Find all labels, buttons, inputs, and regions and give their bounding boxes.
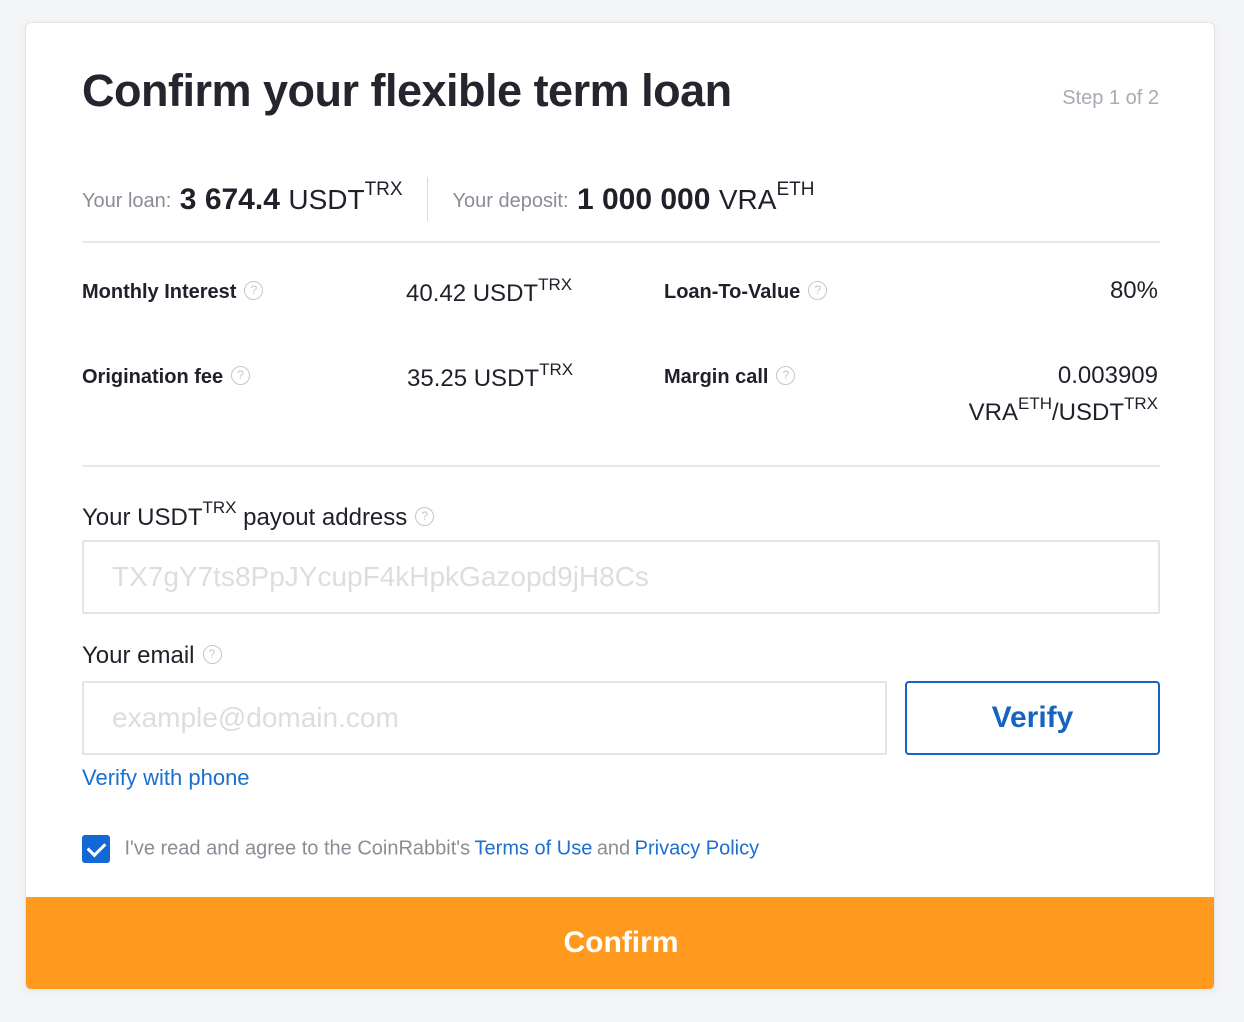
payout-label-network: TRX	[202, 498, 237, 517]
deposit-currency-code: VRA	[718, 184, 777, 216]
agree-checkbox[interactable]	[82, 835, 110, 863]
loan-amount: 3 674.4	[179, 183, 280, 217]
margin-call-value: 0.003909 VRAETH/USDTTRX	[969, 362, 1158, 427]
divider-middle	[82, 465, 1160, 467]
deposit-network: ETH	[776, 179, 815, 200]
agreement-row: I've read and agree to the CoinRabbit's …	[82, 835, 759, 865]
email-label-text: Your email	[82, 642, 195, 669]
margin-call-amount: 0.003909	[1057, 362, 1158, 389]
question-circle-icon[interactable]: ?	[776, 366, 796, 386]
margin-call-base: VRA	[968, 399, 1018, 426]
agreement-text: I've read and agree to the CoinRabbit's	[124, 837, 471, 860]
agreement-and-text: and	[596, 837, 631, 860]
question-circle-icon[interactable]: ?	[231, 366, 251, 386]
margin-call-label: Margin call?	[664, 366, 796, 389]
margin-call-pair: VRAETH/USDTTRX	[968, 394, 1158, 427]
question-circle-icon[interactable]: ?	[202, 645, 222, 665]
summary-divider	[427, 177, 429, 222]
margin-call-quote-network: TRX	[1124, 394, 1158, 413]
payout-address-input[interactable]	[82, 540, 1160, 614]
ltv-text: Loan-To-Value	[664, 281, 801, 303]
monthly-interest-value: 40.42 USDTTRX	[406, 275, 573, 308]
question-circle-icon[interactable]: ?	[415, 507, 435, 527]
loan-summary: Your loan: 3 674.4 USDTTRX Your deposit:…	[82, 177, 1160, 229]
origination-fee-network: TRX	[539, 360, 574, 379]
email-input[interactable]	[82, 681, 887, 755]
page-title: Confirm your flexible term loan	[82, 65, 732, 116]
ltv-value: 80%	[1109, 277, 1158, 304]
loan-network: TRX	[364, 179, 403, 200]
deposit-amount: 1 000 000	[576, 183, 711, 217]
monthly-interest-label: Monthly Interest?	[82, 281, 264, 304]
privacy-policy-link[interactable]: Privacy Policy	[635, 838, 759, 860]
payout-label-suffix: payout address	[236, 504, 408, 531]
email-label: Your email?	[82, 642, 222, 670]
loan-currency-code: USDT	[288, 184, 365, 216]
loan-confirm-card: Confirm your flexible term loan Step 1 o…	[25, 22, 1215, 990]
deposit-currency: VRAETH	[718, 179, 815, 216]
payout-label-prefix: Your USDT	[82, 504, 203, 531]
origination-fee-label: Origination fee?	[82, 366, 251, 389]
margin-call-base-network: ETH	[1018, 394, 1052, 413]
verify-button[interactable]: Verify	[905, 681, 1160, 755]
loan-label: Your loan:	[82, 190, 172, 213]
monthly-interest-network: TRX	[538, 275, 573, 294]
step-indicator: Step 1 of 2	[1062, 87, 1159, 109]
loan-currency: USDTTRX	[288, 179, 402, 216]
terms-of-use-link[interactable]: Terms of Use	[475, 838, 593, 860]
question-circle-icon[interactable]: ?	[808, 281, 828, 301]
monthly-interest-text: Monthly Interest	[82, 281, 237, 303]
deposit-label: Your deposit:	[452, 190, 569, 213]
monthly-interest-amount: 40.42 USDT	[406, 280, 539, 307]
verify-with-phone-link[interactable]: Verify with phone	[82, 765, 250, 791]
divider-top	[82, 241, 1160, 243]
origination-fee-amount: 35.25 USDT	[407, 365, 540, 392]
question-circle-icon[interactable]: ?	[244, 281, 264, 301]
margin-call-quote: /USDT	[1052, 399, 1124, 426]
margin-call-text: Margin call	[664, 366, 769, 388]
confirm-button[interactable]: Confirm	[26, 897, 1214, 989]
payout-address-label: Your USDTTRX payout address?	[82, 498, 435, 532]
origination-fee-text: Origination fee	[82, 366, 224, 388]
origination-fee-value: 35.25 USDTTRX	[407, 360, 574, 393]
ltv-label: Loan-To-Value?	[664, 281, 828, 304]
